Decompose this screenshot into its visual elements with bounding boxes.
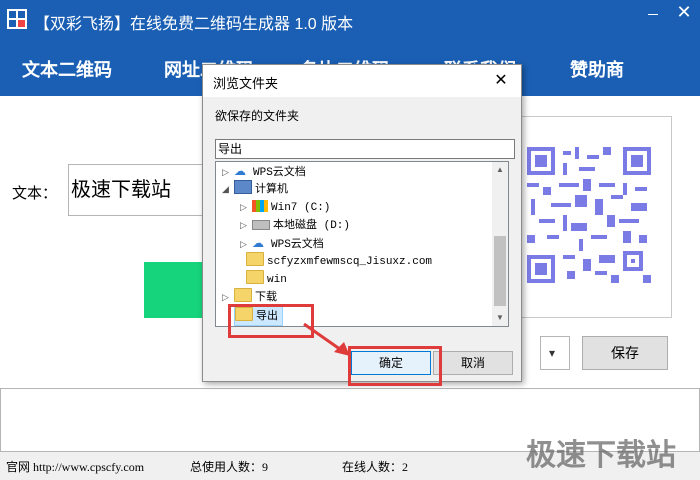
windows-drive-icon [252, 200, 268, 212]
watermark-logo: 极速下载站 [526, 439, 676, 472]
scroll-up-icon[interactable]: ▲ [492, 162, 508, 178]
window-title: 【双彩飞扬】在线免费二维码生成器 1.0 版本 [34, 16, 354, 33]
tree-item[interactable]: ▷ Win7 (C:) [240, 198, 330, 216]
tree-item[interactable]: ▷ 下载 [222, 288, 277, 306]
tree-item[interactable]: ▷ 本地磁盘 (D:) [240, 216, 350, 234]
expand-arrow-icon[interactable]: ▷ [222, 163, 234, 181]
drive-icon [252, 220, 270, 230]
chevron-down-icon: ▾ [549, 346, 556, 360]
tree-item-selected[interactable]: 导出 [234, 306, 283, 326]
close-button[interactable]: ✕ [672, 2, 696, 22]
expand-arrow-icon[interactable]: ▷ [222, 288, 234, 306]
cancel-button[interactable]: 取消 [433, 351, 513, 375]
ok-button[interactable]: 确定 [351, 351, 431, 375]
expand-arrow-icon[interactable]: ▷ [240, 216, 252, 234]
cloud-icon: ☁ [234, 164, 246, 178]
tree-item[interactable]: scfyzxmfewmscq_Jisuxz.com [234, 252, 432, 270]
format-select[interactable]: ▾ [540, 336, 570, 370]
tree-scrollbar[interactable]: ▲ ▼ [492, 162, 508, 326]
browse-folder-dialog: 浏览文件夹 ✕ 欲保存的文件夹 导出 ▷ ☁ WPS云文档 ◢ 计算机 ▷ Win7 (… [202, 64, 522, 382]
annotation-arrow [303, 322, 350, 356]
folder-path-field[interactable]: 导出 [215, 139, 515, 159]
tree-item[interactable]: win [234, 270, 287, 288]
dialog-title-bar: 浏览文件夹 ✕ [203, 65, 521, 97]
dialog-title: 浏览文件夹 [213, 76, 279, 91]
expand-arrow-icon[interactable]: ▷ [240, 198, 252, 216]
collapse-arrow-icon[interactable]: ◢ [222, 180, 234, 198]
tab-text-qrcode[interactable]: 文本二维码 [22, 56, 112, 82]
dialog-close-icon[interactable]: ✕ [489, 69, 513, 93]
tree-item[interactable]: ▷ ☁ WPS云文档 [240, 234, 324, 252]
minimize-button[interactable] [640, 4, 666, 22]
online-users-text: 在线人数：2 [342, 460, 409, 474]
website-link[interactable]: 官网 http://www.cpscfy.com [6, 458, 144, 475]
text-label: 文本： [12, 185, 58, 202]
save-button[interactable]: 保存 [582, 336, 668, 370]
tree-item[interactable]: ▷ ☁ WPS云文档 [222, 162, 306, 180]
app-icon [7, 9, 27, 29]
total-users-text: 总使用人数：9 [190, 460, 269, 474]
folder-icon [234, 288, 252, 302]
dialog-prompt: 欲保存的文件夹 [215, 109, 300, 123]
folder-icon [246, 252, 264, 266]
tab-sponsors[interactable]: 赞助商 [570, 56, 624, 82]
title-bar: 【双彩飞扬】在线免费二维码生成器 1.0 版本 ✕ [0, 0, 700, 38]
cloud-icon: ☁ [252, 236, 264, 250]
folder-tree[interactable]: ▷ ☁ WPS云文档 ◢ 计算机 ▷ Win7 (C:) ▷ 本地磁盘 (D:) ▷ ☁ WP… [215, 161, 509, 327]
expand-arrow-icon[interactable]: ▷ [240, 235, 252, 253]
tree-item[interactable]: ◢ 计算机 [222, 180, 288, 198]
computer-icon [234, 180, 252, 194]
qr-preview [516, 116, 672, 318]
folder-icon [235, 307, 253, 321]
folder-icon [246, 270, 264, 284]
scroll-down-icon[interactable]: ▼ [492, 310, 508, 326]
qr-code-image [527, 147, 651, 283]
scroll-thumb[interactable] [494, 236, 506, 306]
generate-button[interactable] [144, 262, 206, 318]
